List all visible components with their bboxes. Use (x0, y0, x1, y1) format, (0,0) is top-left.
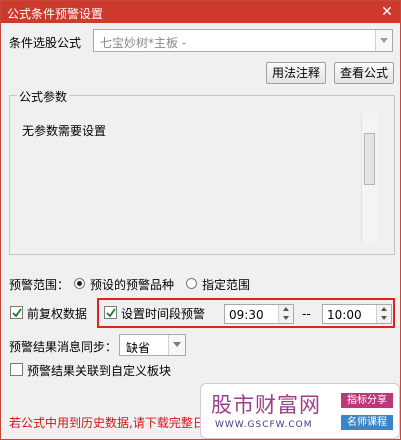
formula-label: 条件选股公式 (9, 36, 82, 50)
formula-select-value: 七宝妙树*主板 - (100, 36, 187, 50)
sync-label: 预警结果消息同步： (9, 340, 118, 354)
scrollbar-thumb[interactable] (364, 133, 375, 185)
radio-preset-range[interactable] (74, 278, 85, 289)
site-watermark: 股市财富网 WWW.GSCFW.COM 指标分享 名师课程 (200, 383, 400, 439)
time-separator: -- (302, 307, 311, 321)
chevron-down-icon[interactable] (375, 30, 392, 51)
chevron-down-icon[interactable] (168, 335, 185, 355)
params-empty-text: 无参数需要设置 (22, 124, 107, 138)
spin-down-icon[interactable] (279, 314, 293, 323)
end-time-value: 10:00 (327, 308, 362, 322)
sync-select-value: 缺省 (126, 341, 151, 355)
sync-select[interactable]: 缺省 (119, 334, 186, 356)
radio-specified-range-label[interactable]: 指定范围 (202, 276, 250, 293)
watermark-url: WWW.GSCFW.COM (215, 420, 313, 430)
time-window-label[interactable]: 设置时间段预警 (121, 305, 205, 322)
dialog-window: 公式条件预警设置 ✕ 条件选股公式 七宝妙树*主板 - 用法注释 查看公式 公式… (0, 0, 401, 440)
radio-specified-range[interactable] (186, 278, 197, 289)
formula-select[interactable]: 七宝妙树*主板 - (93, 29, 393, 52)
params-groupbox (9, 95, 395, 255)
close-icon[interactable]: ✕ (378, 3, 396, 21)
end-time-input[interactable]: 10:00 (322, 304, 392, 324)
title-bar: 公式条件预警设置 ✕ (1, 1, 400, 23)
watermark-tag-share: 指标分享 (341, 393, 393, 408)
params-group-title: 公式参数 (17, 88, 70, 105)
watermark-tag-course: 名师课程 (341, 415, 393, 430)
adjust-label[interactable]: 前复权数据 (27, 305, 87, 322)
end-time-spinner[interactable] (376, 305, 391, 323)
footer-warning-text: 若公式中用到历史数据,请下载完整日 (9, 416, 205, 430)
link-block-label[interactable]: 预警结果关联到自定义板块 (27, 362, 171, 379)
watermark-brand: 股市财富网 (211, 393, 321, 417)
adjust-checkbox[interactable] (10, 306, 23, 319)
start-time-input[interactable]: 09:30 (224, 304, 294, 324)
params-scrollbar[interactable] (361, 113, 378, 243)
radio-preset-range-label[interactable]: 预设的预警品种 (90, 276, 174, 293)
warning-range-label: 预警范围： (9, 278, 70, 292)
start-time-spinner[interactable] (278, 305, 293, 323)
link-block-checkbox[interactable] (10, 363, 23, 376)
window-title: 公式条件预警设置 (7, 7, 104, 21)
usage-notes-button[interactable]: 用法注释 (266, 62, 326, 84)
view-formula-button[interactable]: 查看公式 (334, 62, 394, 84)
spin-down-icon[interactable] (377, 314, 391, 323)
time-window-checkbox[interactable] (104, 306, 117, 319)
start-time-value: 09:30 (229, 308, 264, 322)
